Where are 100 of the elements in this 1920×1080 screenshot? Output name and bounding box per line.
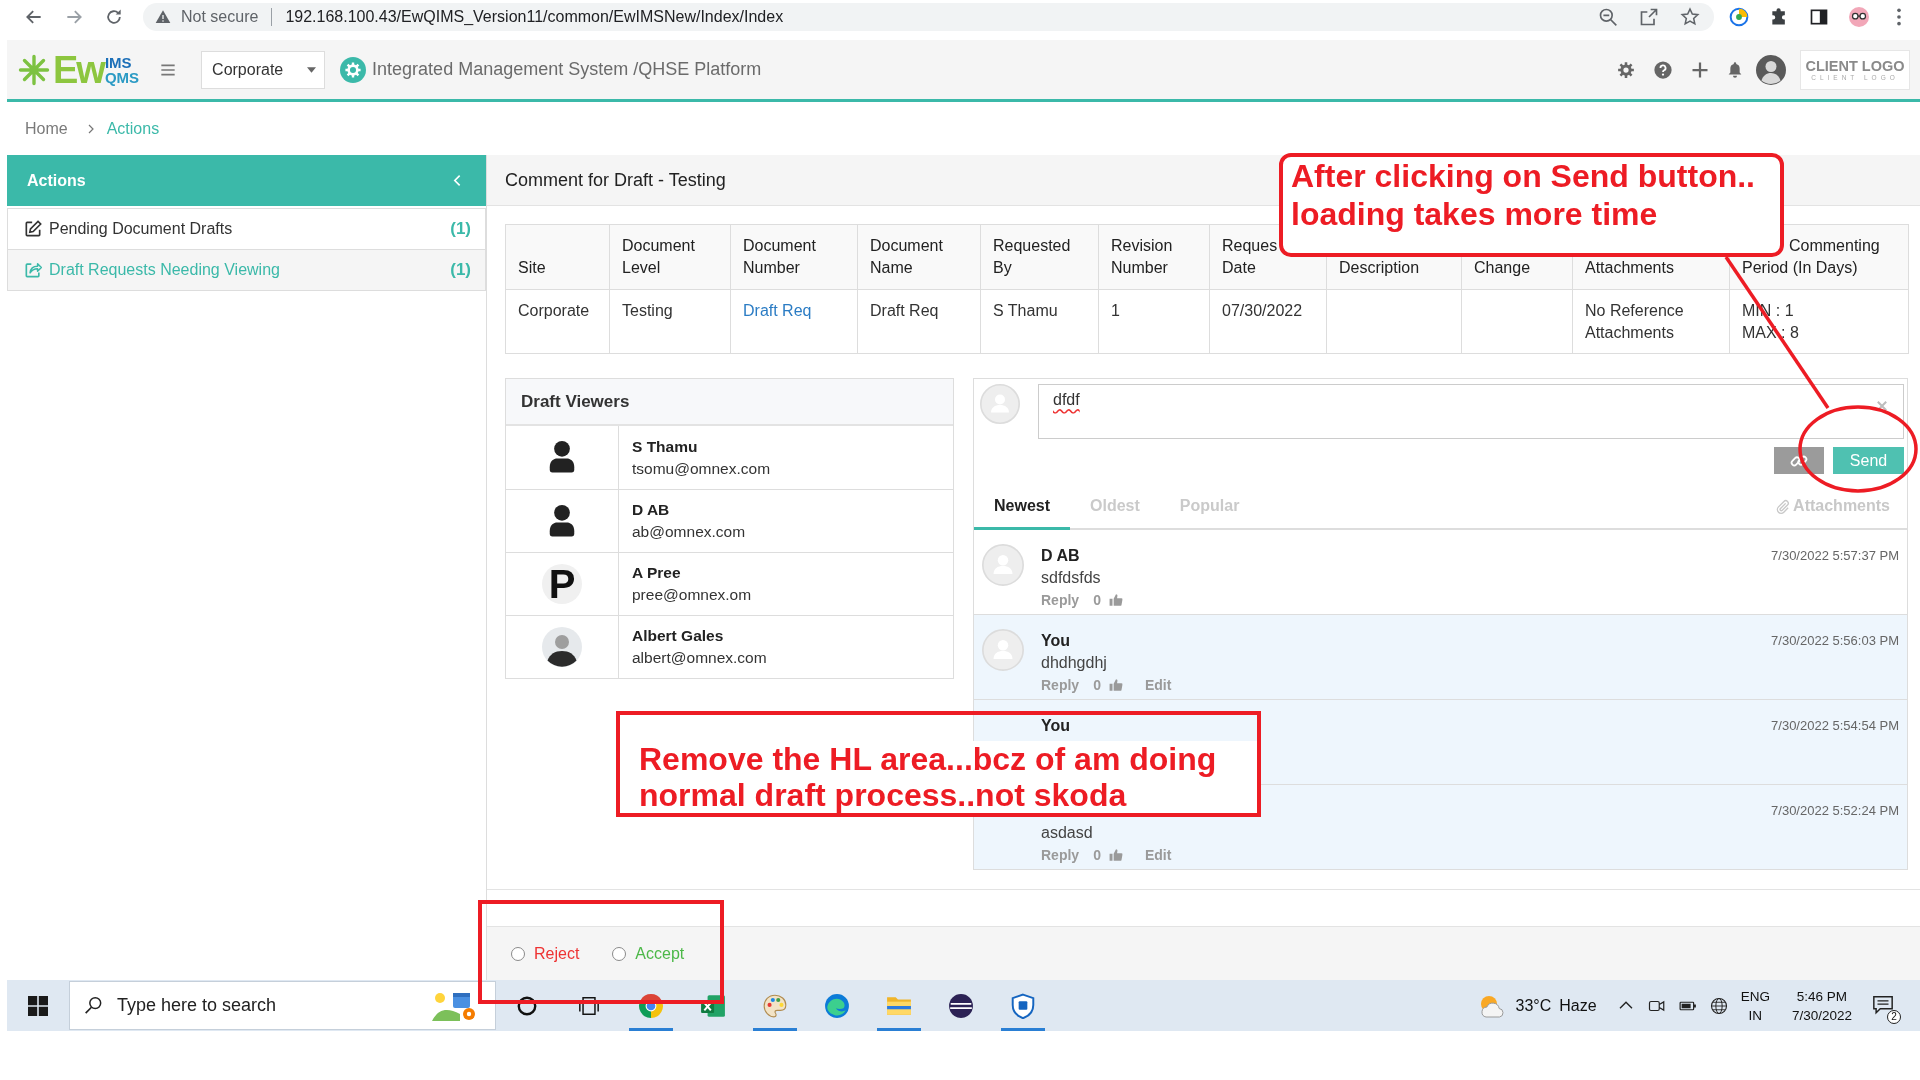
user-silhouette-icon [547,503,577,539]
radio-button[interactable] [612,946,627,961]
notification-count: 2 [1887,1009,1901,1024]
windows-logo-icon[interactable] [28,995,48,1016]
attach-button[interactable] [1774,447,1824,474]
table-cell: No Reference Attachments [1572,289,1730,354]
column-header: Site [518,258,546,278]
radio-button[interactable] [511,946,525,961]
menu-icon[interactable] [159,61,178,78]
thumbs-up-icon[interactable] [1108,593,1123,607]
edit-link[interactable]: Edit [1144,674,1172,696]
viewer-name: S Thamu [632,436,698,457]
column-header: Document Name [870,236,943,278]
reply-link[interactable]: Reply [1041,589,1080,611]
viewer-email: pree@omnex.om [632,585,752,605]
avatar-initial: P [542,564,582,604]
comment-text: dhdhgdhj [1041,653,1108,673]
column-header: Document Level [622,236,695,278]
viewer-name: A Pree [632,563,681,583]
column-header: Change [1474,258,1531,278]
viewer-name: D AB [632,500,670,520]
task-view-icon[interactable] [578,994,600,1017]
star-icon[interactable] [1680,7,1700,27]
clock[interactable]: 5:46 PM 7/30/2022 [1791,986,1852,1025]
table-cell: Draft Req [857,289,981,354]
bell-icon[interactable] [1726,60,1744,79]
address-field[interactable]: Not secure 192.168.100.43/EwQIMS_Version11/common/EwIMSNew/Index/Index [143,3,1714,31]
logo-text: Ew [53,50,104,89]
warning-icon [155,9,171,25]
user-avatar-icon[interactable] [1756,54,1786,85]
share-icon[interactable] [1639,7,1659,27]
weather-temperature: 33°C [1515,996,1552,1015]
weather-condition: Haze [1559,996,1597,1015]
viewer-email: albert@omnex.com [632,648,767,668]
profile-avatar-icon[interactable] [1849,7,1869,27]
item-count: (1) [450,219,471,239]
avatar-photo-placeholder [542,627,582,667]
breadcrumb-link[interactable]: Home [25,119,68,138]
comment-time: 7/30/2022 5:56:03 PM [1771,632,1899,650]
radio-label[interactable]: Accept [635,944,685,963]
item-count: (1) [450,260,471,280]
thumbs-up-icon[interactable] [1108,848,1123,862]
extension-icon[interactable] [1729,7,1749,27]
globe-icon[interactable] [1709,996,1728,1015]
breadcrumb-link[interactable]: Actions [106,119,160,138]
sort-tab[interactable]: Newest [974,484,1071,530]
caret-icon [307,66,317,73]
app-title: Integrated Management System /QHSE Platform [372,59,762,80]
plus-icon[interactable] [1691,60,1709,79]
shield-app-icon [1010,992,1036,1019]
browser-app-icon [638,992,664,1019]
comment-author: You [1041,631,1072,651]
column-header: Document Number [743,236,816,278]
help-icon[interactable] [1654,60,1672,79]
send-button[interactable]: Send [1833,447,1904,474]
viewer-name: Albert Gales [632,626,724,646]
share-icon [23,260,43,280]
like-count: 0 [1093,676,1101,695]
comment-text: asdasd [1041,823,1094,843]
side-panel-icon[interactable] [1809,7,1829,27]
search-icon [84,995,104,1016]
security-label[interactable]: Not secure [181,8,259,26]
ring-icon[interactable] [516,994,538,1017]
reload-icon[interactable] [104,7,124,27]
reply-link[interactable]: Reply [1041,674,1080,696]
logo-text: QMS [104,69,140,85]
swirl-app-icon [824,992,850,1019]
comment-time: 7/30/2022 5:52:24 PM [1771,802,1899,820]
close-icon[interactable] [1876,400,1888,412]
search-field[interactable]: Type here to search [69,981,496,1030]
annotation-callout: After clicking on Send button.. loading takes more time [1279,153,1784,257]
palette-app-icon [762,992,788,1019]
language-indicator[interactable]: ENG IN [1740,986,1770,1025]
thumbs-up-icon[interactable] [1108,678,1123,692]
sidebar-item[interactable]: Draft Requests Needing Viewing (1) [7,249,486,291]
logo-text: IMS [104,54,133,70]
table-cell: 07/30/2022 [1209,289,1327,354]
reply-link[interactable]: Reply [1041,844,1080,866]
paperclip-icon [1775,498,1791,514]
table-cell: Corporate [505,289,610,354]
comment-field[interactable]: dfdf [1038,384,1904,439]
column-header: Requested By [993,236,1071,278]
document-link[interactable]: Draft Req [743,302,812,319]
table-cell: S Thamu [980,289,1099,354]
viewer-email: ab@omnex.com [632,522,746,542]
column-header: Description [1339,258,1420,278]
table-cell: 1 [1098,289,1210,354]
comment-author: D AB [1041,546,1081,566]
comment-time: 7/30/2022 5:57:37 PM [1771,547,1899,565]
like-count: 0 [1093,846,1101,865]
zoom-out-icon[interactable] [1598,7,1618,27]
comment-time: 7/30/2022 5:54:54 PM [1771,717,1899,735]
table-cell: Testing [609,289,731,354]
viewer-email: tsomu@omnex.com [632,458,771,479]
url-text: 192.168.100.43/EwQIMS_Version11/common/EwIMSNew/Index/Index [285,8,784,26]
edit-link[interactable]: Edit [1144,844,1172,866]
radio-label[interactable]: Reject [534,944,580,963]
site-select[interactable]: Corporate [201,50,326,89]
spreadsheet-app-icon [700,992,726,1019]
settings-icon[interactable] [1617,60,1635,79]
